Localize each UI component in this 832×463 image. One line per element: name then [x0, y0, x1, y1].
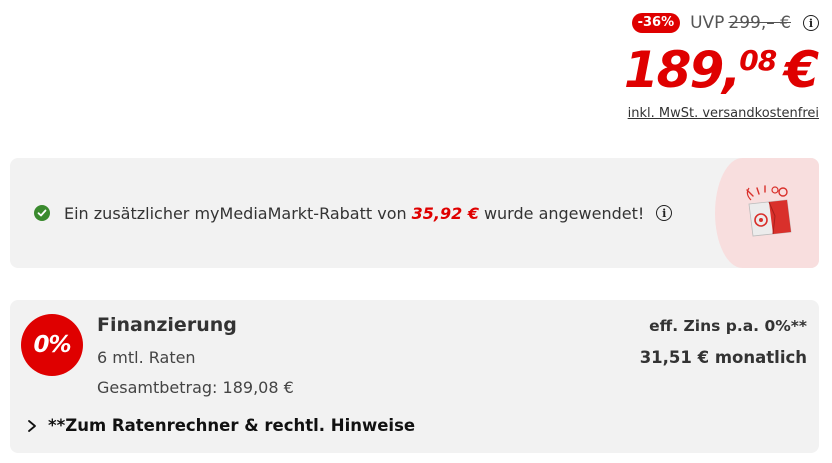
monthly-payment: 31,51 € monatlich	[639, 348, 807, 367]
promo-illustration-area	[715, 158, 819, 268]
info-icon[interactable]: i	[803, 15, 819, 31]
rabatt-banner: Ein zusätzlicher myMediaMarkt-Rabatt von…	[10, 158, 819, 268]
financing-rates: 6 mtl. Raten	[97, 348, 196, 367]
tax-shipping-link[interactable]: inkl. MwSt. versandkostenfrei	[628, 106, 819, 121]
zero-percent-badge: 0%	[21, 314, 83, 376]
effective-interest-rate: eff. Zins p.a. 0%**	[649, 317, 807, 335]
rabatt-text-before: Ein zusätzlicher myMediaMarkt-Rabatt von	[64, 203, 407, 223]
chevron-right-icon	[28, 419, 36, 432]
check-circle-icon	[34, 205, 50, 221]
uvp-row: -36% UVP 299,– € i	[419, 10, 819, 36]
installment-calculator-link[interactable]: **Zum Ratenrechner & rechtl. Hinweise	[26, 416, 415, 435]
price-integer: 189,	[623, 41, 741, 99]
rabatt-amount: 35,92 €	[411, 203, 479, 223]
rabatt-message: Ein zusätzlicher myMediaMarkt-Rabatt von…	[34, 202, 673, 224]
current-price: 189, 08 €	[419, 42, 819, 98]
uvp-old-price: 299,– €	[728, 13, 791, 33]
price-block: -36% UVP 299,– € i 189, 08 € inkl. MwSt.…	[419, 10, 819, 121]
financing-title: Finanzierung	[97, 314, 237, 336]
discount-badge: -36%	[631, 13, 681, 33]
financing-total: Gesamtbetrag: 189,08 €	[97, 378, 294, 397]
rabatt-text-after: wurde angewendet!	[483, 203, 645, 223]
gift-bag-icon	[746, 185, 792, 237]
price-currency: €	[784, 41, 819, 99]
uvp-label: UVP	[690, 13, 725, 33]
info-icon[interactable]: i	[656, 205, 673, 221]
financing-panel: 0% Finanzierung 6 mtl. Raten Gesamtbetra…	[10, 300, 819, 453]
price-cents: 08	[739, 44, 777, 77]
installment-calculator-label: **Zum Ratenrechner & rechtl. Hinweise	[48, 416, 416, 435]
